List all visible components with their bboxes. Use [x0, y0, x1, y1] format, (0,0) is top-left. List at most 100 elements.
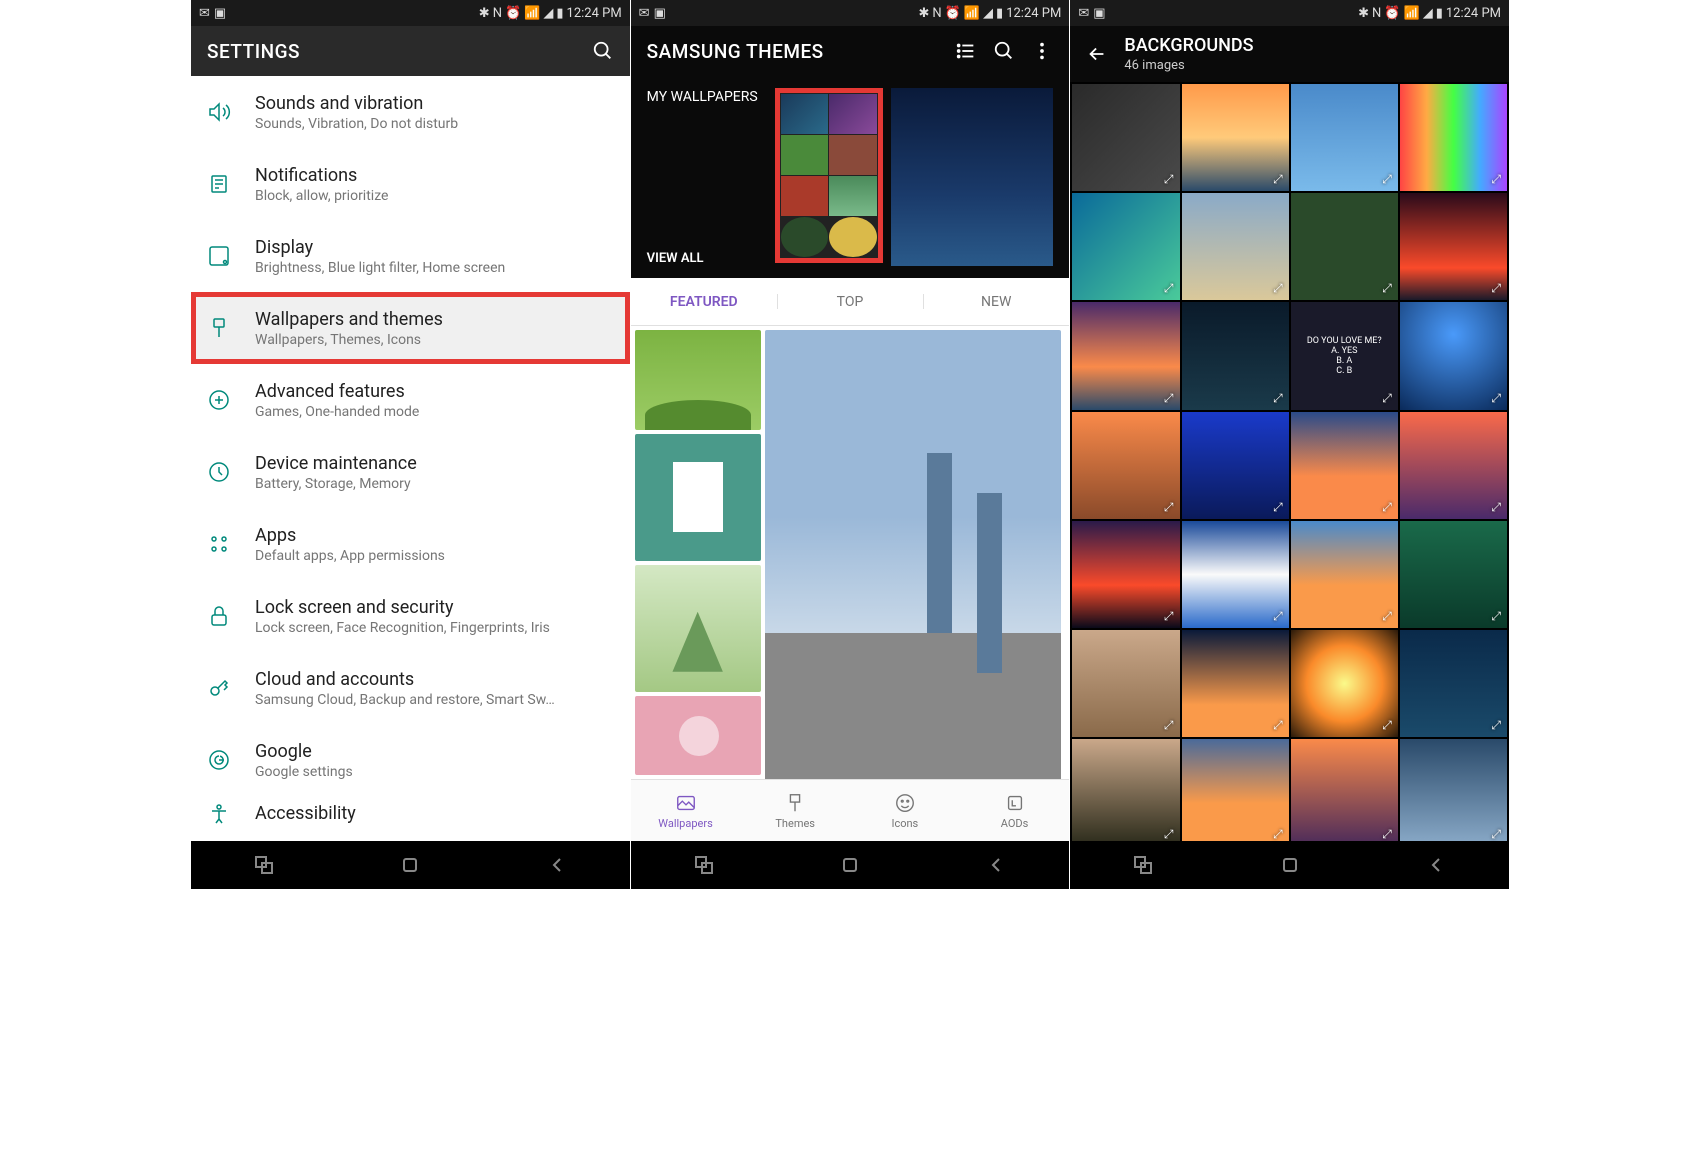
display-icon [207, 244, 231, 268]
theme-tile-large[interactable] [765, 330, 1061, 779]
item-sub: Sounds, Vibration, Do not disturb [255, 116, 585, 132]
tab-new[interactable]: NEW [923, 278, 1069, 325]
background-tile[interactable] [1182, 193, 1289, 300]
wallpaper-preview-side[interactable] [891, 88, 1054, 266]
settings-item-google[interactable]: Google Google settings [191, 724, 630, 796]
home-button[interactable] [1278, 853, 1302, 877]
themes-icon [784, 792, 806, 814]
background-tile[interactable] [1072, 521, 1179, 628]
item-sub: Brightness, Blue light filter, Home scre… [255, 260, 585, 276]
more-icon[interactable] [1031, 40, 1053, 62]
tab-featured[interactable]: FEATURED [631, 278, 777, 325]
background-tile[interactable] [1291, 521, 1398, 628]
background-tile[interactable] [1400, 739, 1507, 841]
settings-item-cloud[interactable]: Cloud and accountsSamsung Cloud, Backup … [191, 652, 630, 724]
settings-item-wallpapers[interactable]: Wallpapers and themes Wallpapers, Themes,… [191, 292, 630, 364]
background-tile[interactable] [1400, 521, 1507, 628]
settings-app-bar: SETTINGS [191, 26, 630, 76]
background-tile[interactable] [1072, 412, 1179, 519]
background-tile[interactable] [1182, 521, 1289, 628]
nav-bar [631, 841, 1070, 889]
background-tile[interactable] [1072, 739, 1179, 841]
theme-tile[interactable] [635, 434, 761, 561]
google-icon [207, 748, 231, 772]
featured-grid[interactable] [631, 326, 1070, 779]
settings-item-notifications[interactable]: NotificationsBlock, allow, prioritize [191, 148, 630, 220]
view-all-button[interactable]: VIEW ALL [647, 251, 767, 266]
background-tile[interactable] [1291, 84, 1398, 191]
search-icon[interactable] [592, 40, 614, 62]
background-tile[interactable] [1072, 193, 1179, 300]
battery-icon: ▮ [996, 6, 1003, 21]
settings-item-advanced[interactable]: Advanced featuresGames, One-handed mode [191, 364, 630, 436]
background-tile[interactable] [1291, 412, 1398, 519]
back-icon[interactable] [1086, 43, 1108, 65]
item-title: Notifications [255, 165, 614, 186]
back-button[interactable] [1424, 853, 1448, 877]
background-tile[interactable] [1291, 193, 1398, 300]
background-tile[interactable] [1072, 302, 1179, 409]
status-time: 12:24 PM [1006, 6, 1061, 21]
settings-item-maintenance[interactable]: Device maintenanceBattery, Storage, Memo… [191, 436, 630, 508]
background-tile[interactable] [1400, 302, 1507, 409]
item-title: Display [255, 237, 614, 258]
item-title: Apps [255, 525, 614, 546]
signal-icon: ◢ [983, 6, 993, 21]
maintenance-icon [207, 460, 231, 484]
nfc-icon: N [493, 6, 502, 21]
background-tile-quote[interactable]: DO YOU LOVE ME? A. YES B. A C. B [1291, 302, 1398, 409]
search-icon[interactable] [993, 40, 1015, 62]
wallpaper-preview-highlighted[interactable] [775, 88, 883, 263]
recents-button[interactable] [252, 853, 276, 877]
background-tile[interactable] [1400, 630, 1507, 737]
alarm-icon: ⏰ [1384, 6, 1400, 21]
background-tile[interactable] [1182, 412, 1289, 519]
item-sub: Google settings [255, 764, 585, 780]
settings-list[interactable]: Sounds and vibrationSounds, Vibration, D… [191, 76, 630, 841]
background-tile[interactable] [1182, 739, 1289, 841]
background-tile[interactable] [1072, 84, 1179, 191]
background-tile[interactable] [1400, 84, 1507, 191]
back-button[interactable] [984, 853, 1008, 877]
theme-tile[interactable] [635, 696, 761, 775]
background-tile[interactable] [1182, 84, 1289, 191]
background-tile[interactable] [1072, 630, 1179, 737]
background-tile[interactable] [1291, 630, 1398, 737]
battery-icon: ▮ [1436, 6, 1443, 21]
apps-icon [207, 532, 231, 556]
backgrounds-grid[interactable]: DO YOU LOVE ME? A. YES B. A C. B [1070, 82, 1509, 841]
bnav-aods[interactable]: AODs [960, 780, 1070, 841]
home-button[interactable] [398, 853, 422, 877]
nav-bar [1070, 841, 1509, 889]
item-title: Google [255, 741, 614, 762]
settings-item-sounds[interactable]: Sounds and vibrationSounds, Vibration, D… [191, 76, 630, 148]
notifications-icon [207, 172, 231, 196]
item-title: Wallpapers and themes [255, 309, 614, 330]
accessibility-icon [207, 802, 231, 826]
item-sub: Games, One-handed mode [255, 404, 585, 420]
wifi-icon: 📶 [964, 6, 980, 21]
advanced-icon [207, 388, 231, 412]
list-icon[interactable] [955, 40, 977, 62]
item-sub: Wallpapers, Themes, Icons [255, 332, 585, 348]
background-tile[interactable] [1182, 630, 1289, 737]
background-tile[interactable] [1400, 193, 1507, 300]
phone-settings: ✉ ▣ ✱ N ⏰ 📶 ◢ ▮ 12:24 PM SETTINGS Sounds… [191, 0, 630, 889]
background-tile[interactable] [1182, 302, 1289, 409]
recents-button[interactable] [692, 853, 716, 877]
settings-item-display[interactable]: Display Brightness, Blue light filter, Ho… [191, 220, 630, 292]
home-button[interactable] [838, 853, 862, 877]
background-tile[interactable] [1291, 739, 1398, 841]
recents-button[interactable] [1131, 853, 1155, 877]
tab-top[interactable]: TOP [777, 278, 923, 325]
theme-tile[interactable] [635, 565, 761, 692]
background-tile[interactable] [1400, 412, 1507, 519]
bnav-themes[interactable]: Themes [740, 780, 850, 841]
settings-item-apps[interactable]: AppsDefault apps, App permissions [191, 508, 630, 580]
bnav-icons[interactable]: Icons [850, 780, 960, 841]
settings-item-accessibility[interactable]: Accessibility [191, 796, 630, 826]
back-button[interactable] [545, 853, 569, 877]
bnav-wallpapers[interactable]: Wallpapers [631, 780, 741, 841]
settings-item-lockscreen[interactable]: Lock screen and securityLock screen, Fac… [191, 580, 630, 652]
theme-tile[interactable] [635, 330, 761, 430]
